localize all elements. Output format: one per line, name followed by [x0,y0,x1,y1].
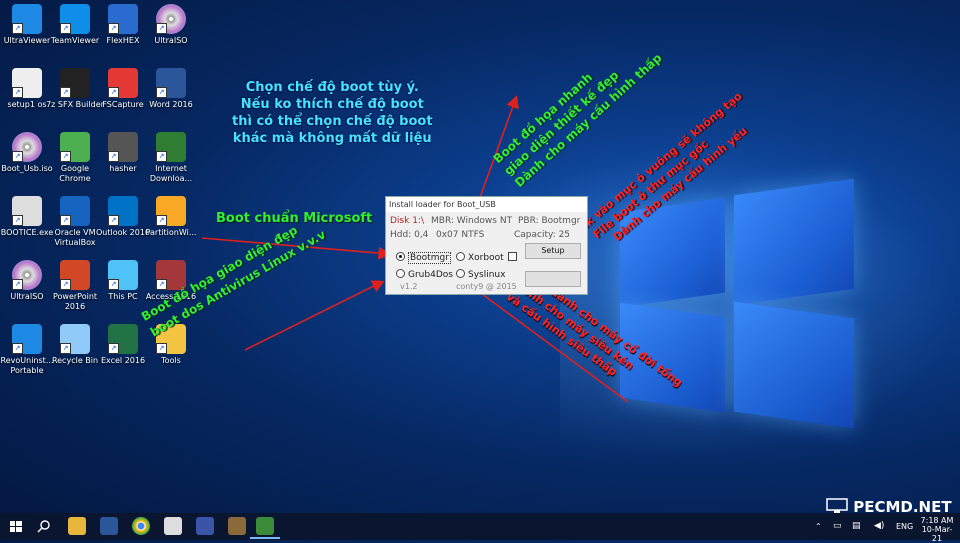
language-indicator[interactable]: ENG [896,522,913,531]
app-taskbar-icon[interactable] [164,517,182,535]
radio-indicator [456,269,465,278]
secondary-button[interactable] [525,271,581,287]
file-explorer-icon[interactable] [68,517,86,535]
monitor-icon [826,498,848,513]
taskbar: ⌃ ▭ ▤ ◀) ENG 7:18 AM 10-Mar-21 [0,513,960,543]
author-label: conty9 @ 2015 [456,282,517,291]
clock[interactable]: 7:18 AM 10-Mar-21 [918,516,956,543]
tray-volume-icon[interactable]: ◀) [874,521,884,531]
no-root-file-checkbox[interactable] [507,252,517,261]
tray-chevron-icon[interactable]: ⌃ [815,522,822,531]
windows-start-icon [10,521,22,532]
network-taskbar-icon[interactable] [196,517,214,535]
clock-time: 7:18 AM [920,516,954,525]
partition-label: 0x07 NTFS [436,230,485,240]
disk-label: Disk 1:\ [390,216,424,226]
arrow-to-grub4dos [244,280,385,351]
pbr-label: PBR: Bootmgr [518,216,581,226]
search-icon[interactable] [35,517,53,535]
radio-indicator [396,269,405,278]
install-loader-dialog: Install loader for Boot_USB Disk 1:\ MBR… [385,196,588,295]
capacity-label: Capacity: 25 [514,230,571,240]
app2-taskbar-icon[interactable] [228,517,246,535]
hdd-label: Hdd: 0,4 [390,230,429,240]
radio-xorboot-label: Xorboot [468,253,504,263]
radio-grub4dos-label: Grub4Dos [408,270,453,280]
setup-button[interactable]: Setup [525,243,581,259]
chrome-taskbar-icon[interactable] [132,517,150,535]
dialog-title: Install loader for Boot_USB [386,197,587,212]
start-icon[interactable] [7,517,25,535]
radio-bootmgr-label: Bootmgr [408,252,451,264]
radio-syslinux[interactable]: Syslinux [456,269,505,280]
magnifier-icon [37,520,50,533]
mbr-label: MBR: Windows NT [431,216,513,226]
word-taskbar-icon[interactable] [100,517,118,535]
clock-date: 10-Mar-21 [921,525,953,543]
version-label: v1.2 [400,282,418,291]
note-choose-boot-mode: Chọn chế độ boot tùy ý. Nếu ko thích chế… [232,80,433,146]
radio-grub4dos[interactable]: Grub4Dos [396,269,453,280]
bootusb-taskbar-icon[interactable] [250,517,280,539]
tray-battery-icon[interactable]: ▭ [833,521,842,531]
radio-bootmgr[interactable]: Bootmgr [396,252,451,264]
tray-network-icon[interactable]: ▤ [852,521,861,531]
radio-indicator [456,252,465,261]
radio-indicator [396,252,405,261]
radio-xorboot[interactable]: Xorboot [456,252,517,263]
radio-syslinux-label: Syslinux [468,270,506,280]
